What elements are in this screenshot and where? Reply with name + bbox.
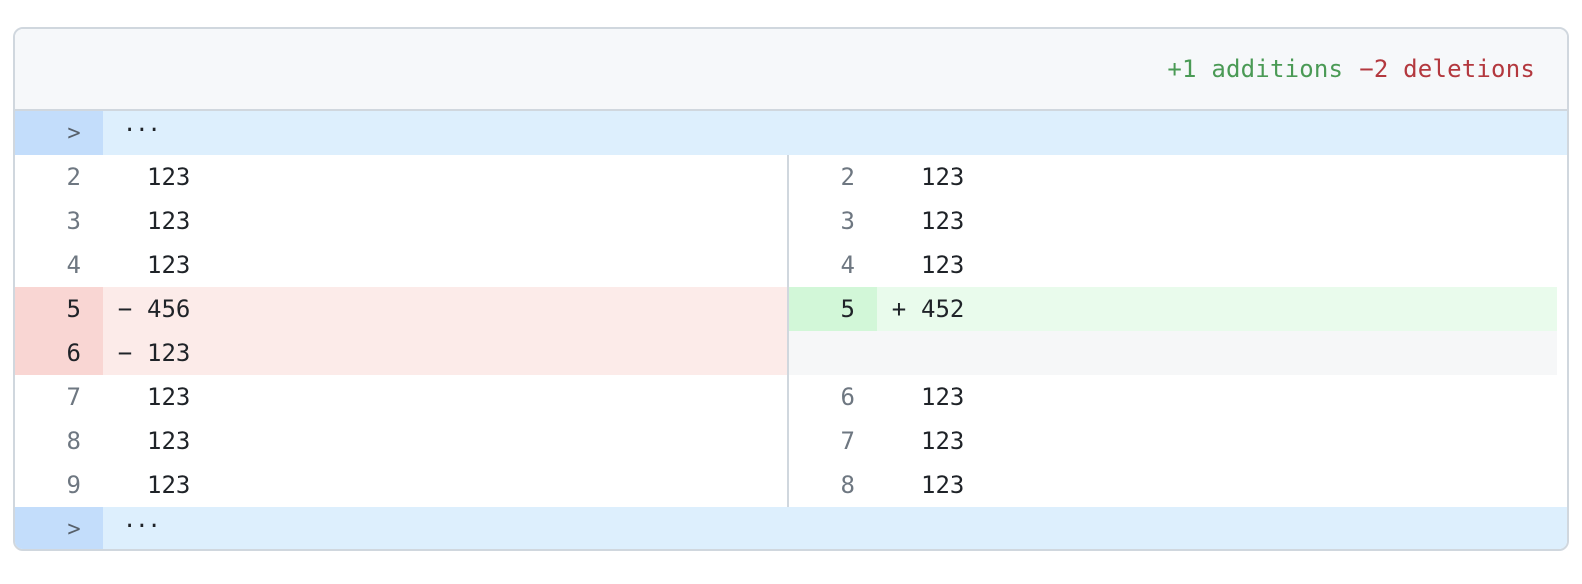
left-diff-line: 9 123 (15, 463, 787, 507)
diff-rows: 2 123 3 123 4 123 5−456 6−123 7 123 8 123 9 123 2 123 3… (15, 155, 1567, 507)
line-number: 3 (66, 207, 81, 235)
code-text: 123 (921, 207, 965, 235)
line-number: 6 (15, 331, 103, 375)
right-diff-line: 7 123 (789, 419, 1557, 463)
code-text: 123 (921, 471, 965, 499)
code-text: 123 (147, 163, 191, 191)
code-text: 123 (921, 163, 965, 191)
code-text: 456 (147, 295, 191, 323)
code-text: 123 (147, 427, 191, 455)
right-diff-line: 3 123 (789, 199, 1557, 243)
line-number: 5 (789, 287, 877, 331)
left-diff-line: 8 123 (15, 419, 787, 463)
left-diff-line: 7 123 (15, 375, 787, 419)
code-text: 123 (147, 471, 191, 499)
right-diff-line: 2 123 (789, 155, 1557, 199)
code-text: 123 (921, 427, 965, 455)
line-number: 2 (840, 163, 855, 191)
deletions-count: −2 deletions (1359, 55, 1535, 83)
right-diff-line: 4 123 (789, 243, 1557, 287)
line-number: 7 (840, 427, 855, 455)
expand-down-button[interactable]: > (15, 507, 103, 549)
left-pane: 2 123 3 123 4 123 5−456 6−123 7 123 8 123 9 123 (15, 155, 787, 507)
code-text: 123 (147, 339, 191, 367)
line-number: 4 (840, 251, 855, 279)
code-text: 123 (147, 207, 191, 235)
line-number: 3 (840, 207, 855, 235)
hunk-ellipsis: ··· (123, 514, 161, 539)
expand-up-button[interactable]: > (15, 111, 103, 155)
right-diff-line: 8 123 (789, 463, 1557, 507)
line-number: 6 (840, 383, 855, 411)
right-pane: 2 123 3 123 4 123 5 +452 6 123 7 123 8 123 (787, 155, 1557, 507)
line-number: 7 (66, 383, 81, 411)
right-diff-line (789, 331, 1557, 375)
change-sign: − (117, 295, 133, 323)
line-number: 5 (15, 287, 103, 331)
right-diff-line: 5 +452 (789, 287, 1557, 331)
line-number: 8 (840, 471, 855, 499)
line-number: 2 (66, 163, 81, 191)
code-text: 123 (921, 251, 965, 279)
line-number: 4 (66, 251, 81, 279)
hunk-ellipsis: ··· (123, 118, 161, 143)
change-sign: + (891, 295, 907, 323)
right-diff-line: 6 123 (789, 375, 1557, 419)
hunk-header-bottom: > ··· (15, 507, 1567, 549)
code-text: 452 (921, 295, 965, 323)
code-text: 123 (147, 383, 191, 411)
change-sign: − (117, 339, 133, 367)
left-diff-line: 4 123 (15, 243, 787, 287)
line-number: 8 (66, 427, 81, 455)
hunk-header-top: > ··· (15, 111, 1567, 155)
diff-view: +1 additions −2 deletions > ··· 2 123 3 123… (13, 27, 1569, 551)
left-diff-line: 6−123 (15, 331, 787, 375)
left-diff-line: 5−456 (15, 287, 787, 331)
diff-header: +1 additions −2 deletions (15, 29, 1567, 111)
line-number: 9 (66, 471, 81, 499)
left-diff-line: 2 123 (15, 155, 787, 199)
line-number (789, 331, 877, 375)
code-text: 123 (147, 251, 191, 279)
code-text: 123 (921, 383, 965, 411)
left-diff-line: 3 123 (15, 199, 787, 243)
additions-count: +1 additions (1167, 55, 1344, 83)
